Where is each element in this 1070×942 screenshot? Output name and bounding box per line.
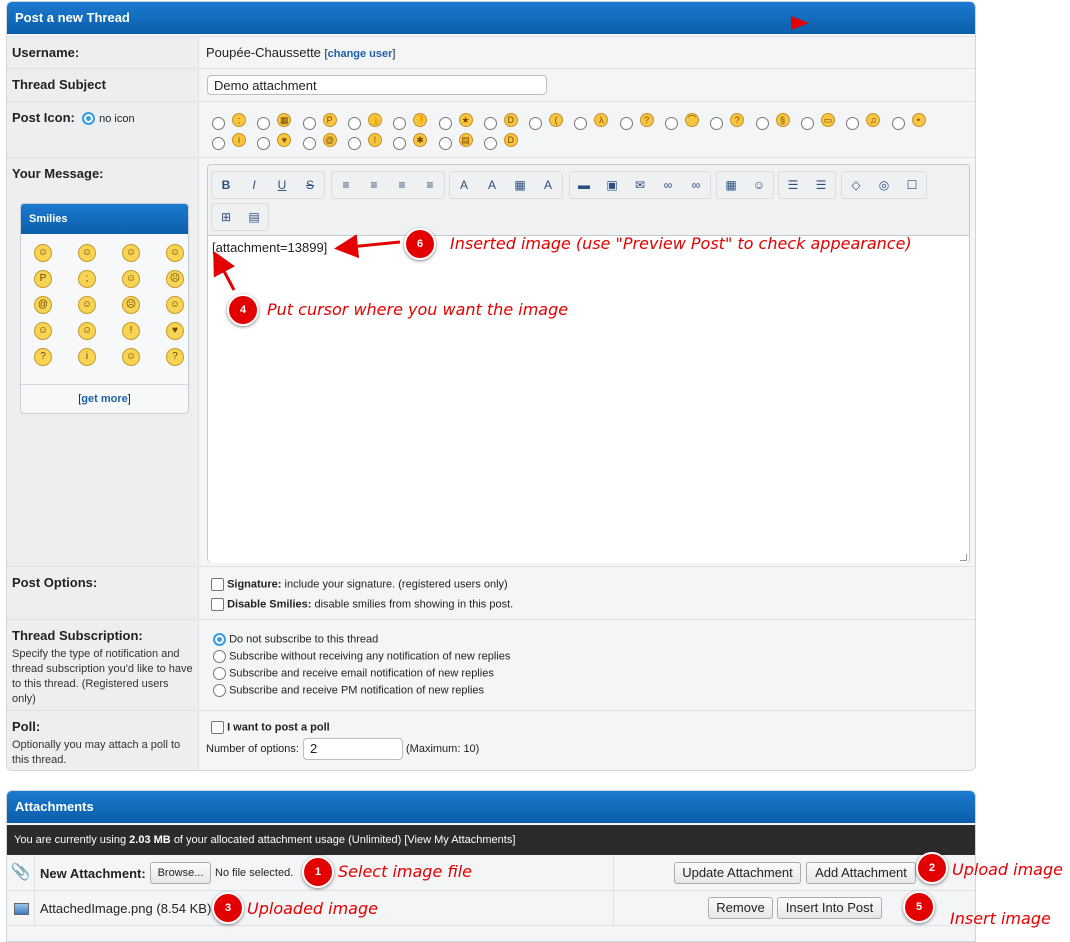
annotation-text-6: Inserted image (use "Preview Post" to ch… (450, 234, 912, 253)
annotation-badge-5: 5 (903, 891, 935, 923)
annotation-badge-1: 1 (302, 856, 334, 888)
annotation-badge-4: 4 (227, 294, 259, 326)
annotation-badge-6: 6 (404, 228, 436, 260)
annotation-badge-3: 3 (212, 892, 244, 924)
annotation-text-4: Put cursor where you want the image (267, 300, 569, 319)
annotation-arrows (213, 234, 401, 291)
arrow-4 (213, 250, 236, 291)
arrow-6 (334, 234, 401, 259)
annotation-text-1: Select image file (338, 862, 472, 881)
annotation-badge-2: 2 (916, 852, 948, 884)
annotation-text-3: Uploaded image (247, 899, 378, 918)
annotation-text-5: Insert image (950, 909, 1051, 928)
annotation-text-2: Upload image (952, 860, 1063, 879)
